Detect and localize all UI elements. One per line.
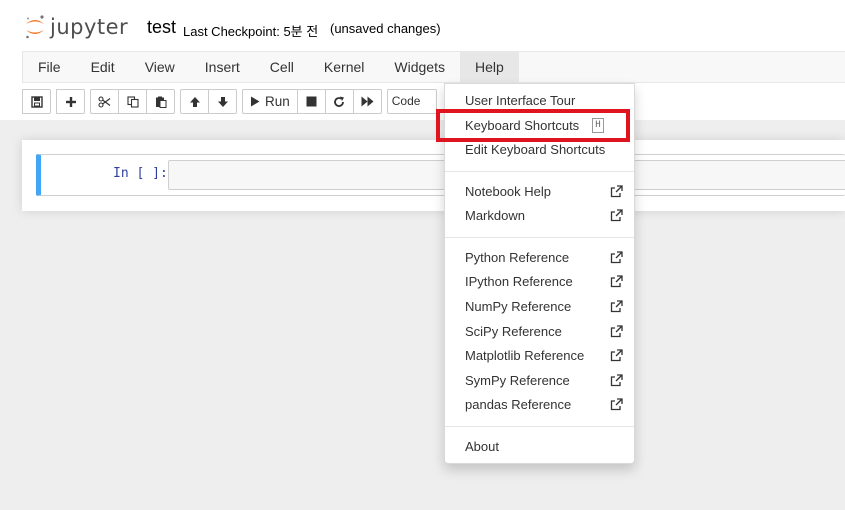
toolbar: Run Code (22, 89, 437, 115)
arrow-up-icon (189, 96, 200, 107)
external-link-icon (610, 251, 623, 264)
external-link-icon (610, 300, 623, 313)
menu-item-sympy-reference[interactable]: SymPy Reference (465, 371, 623, 391)
copy-button[interactable] (118, 89, 147, 114)
restart-run-all-button[interactable] (352, 89, 382, 114)
external-link-icon (610, 185, 623, 198)
menu-view[interactable]: View (130, 52, 190, 82)
fast-forward-icon (361, 96, 374, 107)
menu-divider (445, 171, 634, 172)
copy-icon (126, 95, 139, 108)
jupyter-logo[interactable]: jupyter (24, 12, 128, 42)
menu-item-label: SciPy Reference (465, 324, 562, 339)
external-link-icon (610, 374, 623, 387)
autosave-status: (unsaved changes) (330, 21, 441, 36)
header: jupyter test Last Checkpoint: 5분 전 (unsa… (0, 0, 845, 120)
code-cell[interactable]: In [ ]: (36, 154, 845, 196)
menu-item-label: NumPy Reference (465, 299, 572, 314)
restart-button[interactable] (324, 89, 354, 114)
logo-text: jupyter (50, 15, 129, 39)
save-icon (30, 95, 43, 108)
external-link-icon (610, 349, 623, 362)
menu-item-label: Notebook Help (465, 184, 551, 199)
external-link-icon (610, 275, 623, 288)
menu-edit[interactable]: Edit (76, 52, 130, 82)
external-link-icon (610, 209, 623, 222)
menu-divider (445, 426, 634, 427)
menu-item-label: pandas Reference (465, 397, 572, 412)
checkpoint-status: Last Checkpoint: 5분 전 (183, 24, 319, 39)
external-link-icon (610, 398, 623, 411)
menu-item-markdown[interactable]: Markdown (465, 206, 623, 226)
menu-item-numpy-reference[interactable]: NumPy Reference (465, 297, 623, 317)
menu-item-ipython-reference[interactable]: IPython Reference (465, 272, 623, 292)
external-link-icon (610, 325, 623, 338)
menu-divider (445, 237, 634, 238)
stop-icon (306, 96, 317, 107)
scissors-icon (98, 95, 111, 108)
run-button[interactable]: Run (242, 89, 298, 114)
move-down-button[interactable] (208, 89, 237, 114)
menu-item-label: Python Reference (465, 250, 570, 265)
menu-item-label: Markdown (465, 208, 525, 223)
save-button[interactable] (22, 89, 51, 114)
menu-item-label: SymPy Reference (465, 373, 570, 388)
menu-item-user-interface-tour[interactable]: User Interface Tour (465, 91, 623, 111)
menu-item-edit-keyboard-shortcuts[interactable]: Edit Keyboard Shortcuts (465, 140, 623, 160)
notebook-name[interactable]: test (147, 17, 176, 38)
menu-help[interactable]: Help (459, 52, 519, 82)
menu-item-label: Edit Keyboard Shortcuts (465, 142, 606, 157)
menu-kernel[interactable]: Kernel (309, 52, 379, 82)
cell-type-select[interactable]: Code (386, 89, 437, 114)
move-up-button[interactable] (180, 89, 209, 114)
menu-item-label: User Interface Tour (465, 93, 576, 108)
menu-item-label: IPython Reference (465, 274, 573, 289)
input-prompt: In [ ]: (113, 166, 168, 181)
annotation-highlight-box (436, 109, 630, 142)
menu-widgets[interactable]: Widgets (379, 52, 460, 82)
menu-item-notebook-help[interactable]: Notebook Help (465, 182, 623, 202)
menu-item-scipy-reference[interactable]: SciPy Reference (465, 322, 623, 342)
menu-cell[interactable]: Cell (255, 52, 309, 82)
menu-item-pandas-reference[interactable]: pandas Reference (465, 395, 623, 415)
menu-insert[interactable]: Insert (190, 52, 255, 82)
arrow-down-icon (217, 96, 228, 107)
menubar: File Edit View Insert Cell Kernel Widget… (22, 51, 845, 83)
paste-icon (155, 96, 166, 108)
insert-cell-button[interactable] (56, 89, 85, 114)
jupyter-logo-icon (26, 15, 44, 39)
menu-item-label: Matplotlib Reference (465, 348, 585, 363)
interrupt-button[interactable] (296, 89, 326, 114)
paste-button[interactable] (146, 89, 175, 114)
play-icon (251, 96, 260, 107)
run-label: Run (265, 94, 290, 109)
menu-item-matplotlib-reference[interactable]: Matplotlib Reference (465, 346, 623, 366)
menu-item-about[interactable]: About (465, 437, 623, 457)
plus-icon (65, 96, 76, 107)
cut-button[interactable] (90, 89, 119, 114)
notebook-container: In [ ]: (22, 140, 845, 211)
refresh-icon (334, 96, 345, 107)
menu-file[interactable]: File (23, 52, 76, 82)
menu-item-python-reference[interactable]: Python Reference (465, 248, 623, 268)
menu-item-label: About (465, 439, 499, 454)
